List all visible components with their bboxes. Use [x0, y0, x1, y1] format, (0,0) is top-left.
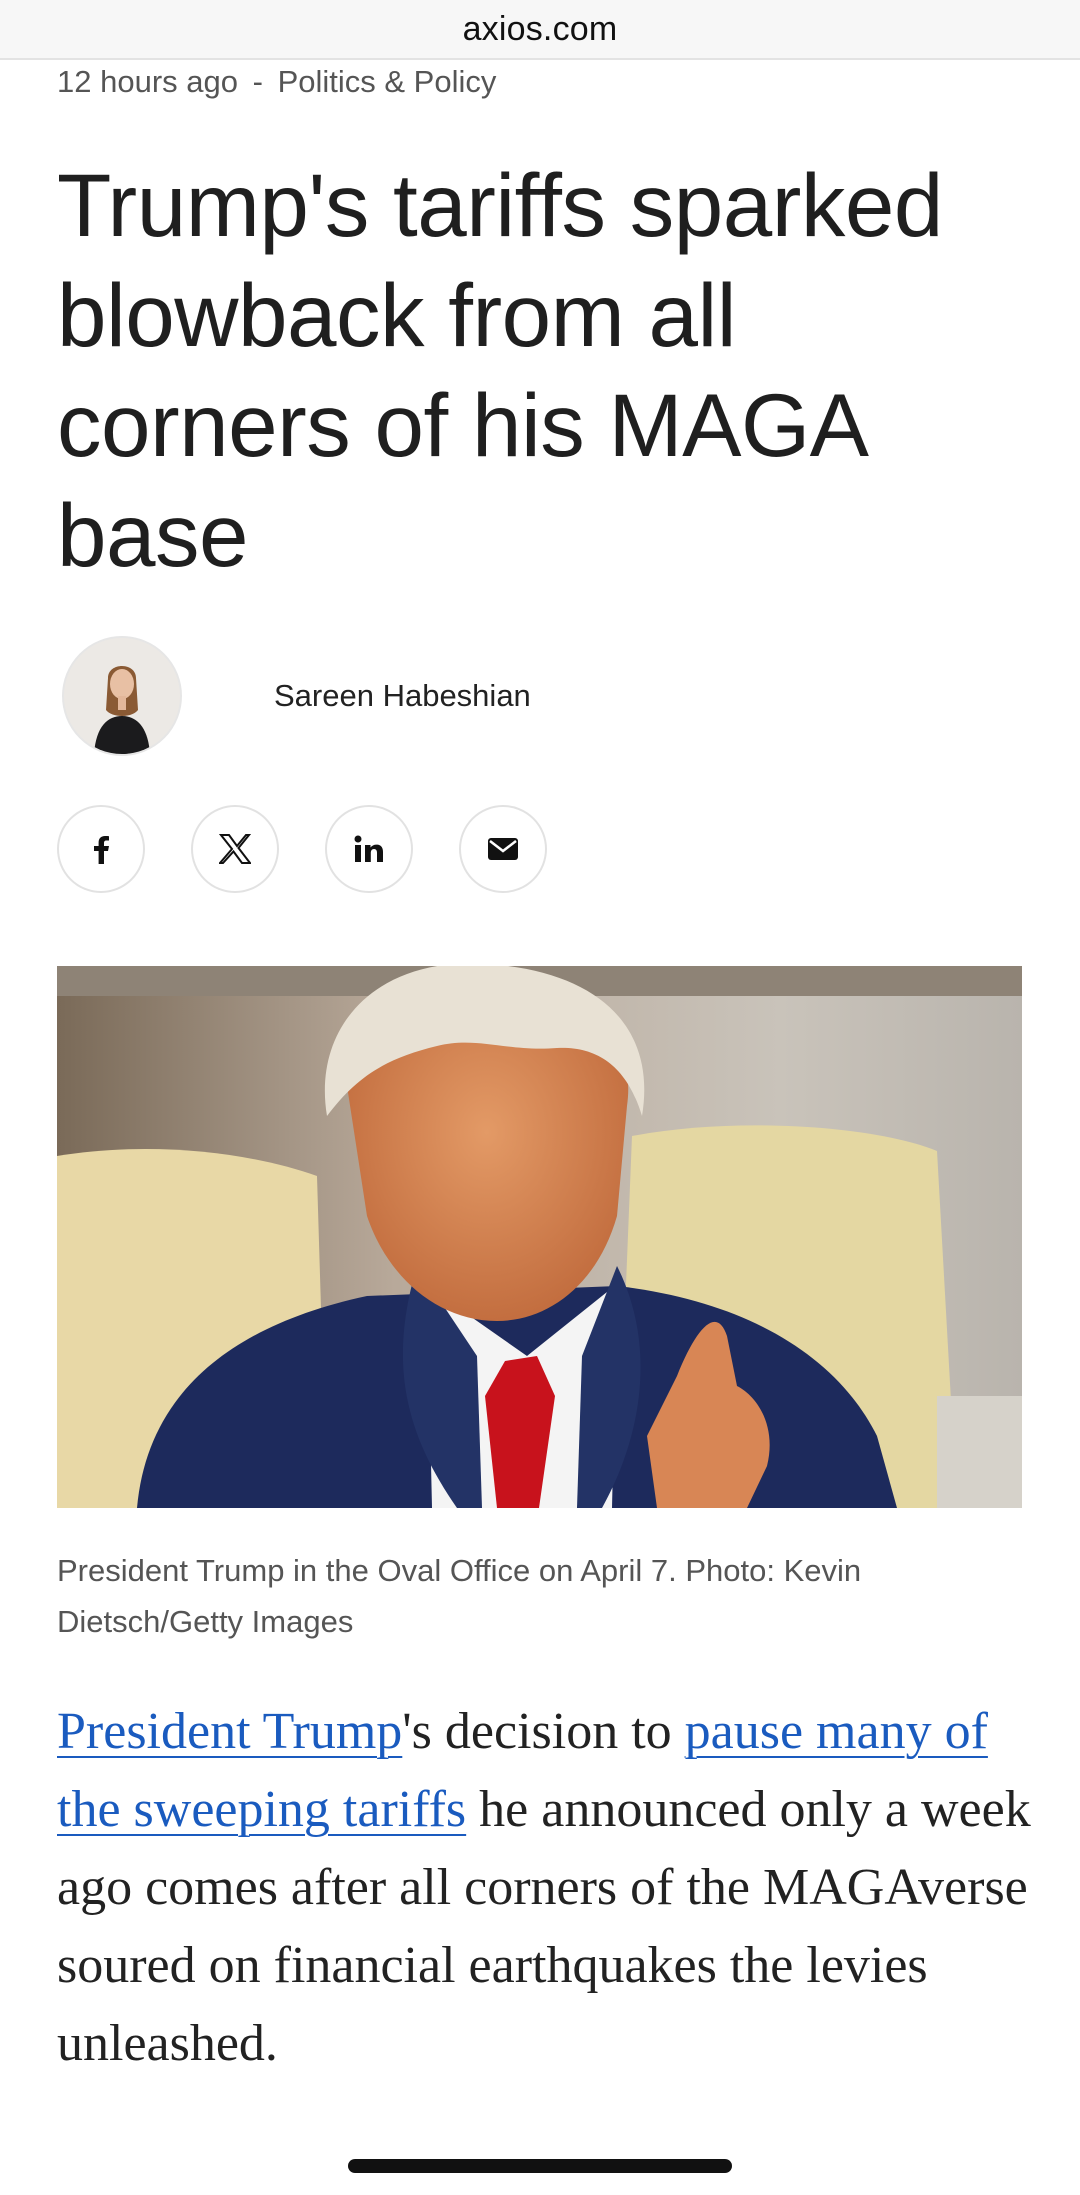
author-name[interactable]: Sareen Habeshian: [274, 678, 531, 714]
url-domain[interactable]: axios.com: [463, 10, 618, 49]
article-body-paragraph: President Trump's decision to pause many…: [57, 1693, 1037, 2083]
facebook-icon: [89, 834, 113, 864]
linkedin-share-button[interactable]: [325, 805, 413, 893]
publish-time: 12 hours ago: [57, 64, 238, 99]
mail-icon: [488, 838, 518, 860]
photo-caption: President Trump in the Oval Office on Ap…: [57, 1553, 862, 1639]
facebook-share-button[interactable]: [57, 805, 145, 893]
author-avatar[interactable]: [62, 636, 182, 756]
x-share-button[interactable]: [191, 805, 279, 893]
byline: Sareen Habeshian: [62, 636, 531, 756]
meta-separator: -: [252, 64, 263, 99]
section-link[interactable]: Politics & Policy: [278, 64, 497, 99]
article-headline: Trump's tariffs sparked blowback from al…: [57, 155, 943, 585]
article-photo: [57, 966, 1022, 1508]
home-indicator[interactable]: [348, 2159, 732, 2173]
browser-address-bar[interactable]: axios.com: [0, 0, 1080, 60]
president-trump-link[interactable]: President Trump: [57, 1703, 402, 1760]
share-bar: [57, 805, 547, 893]
email-share-button[interactable]: [459, 805, 547, 893]
x-icon: [219, 834, 251, 864]
linkedin-icon: [354, 835, 384, 863]
body-text-segment: 's decision to: [402, 1703, 685, 1760]
article-meta: 12 hours ago - Politics & Policy: [57, 64, 496, 100]
